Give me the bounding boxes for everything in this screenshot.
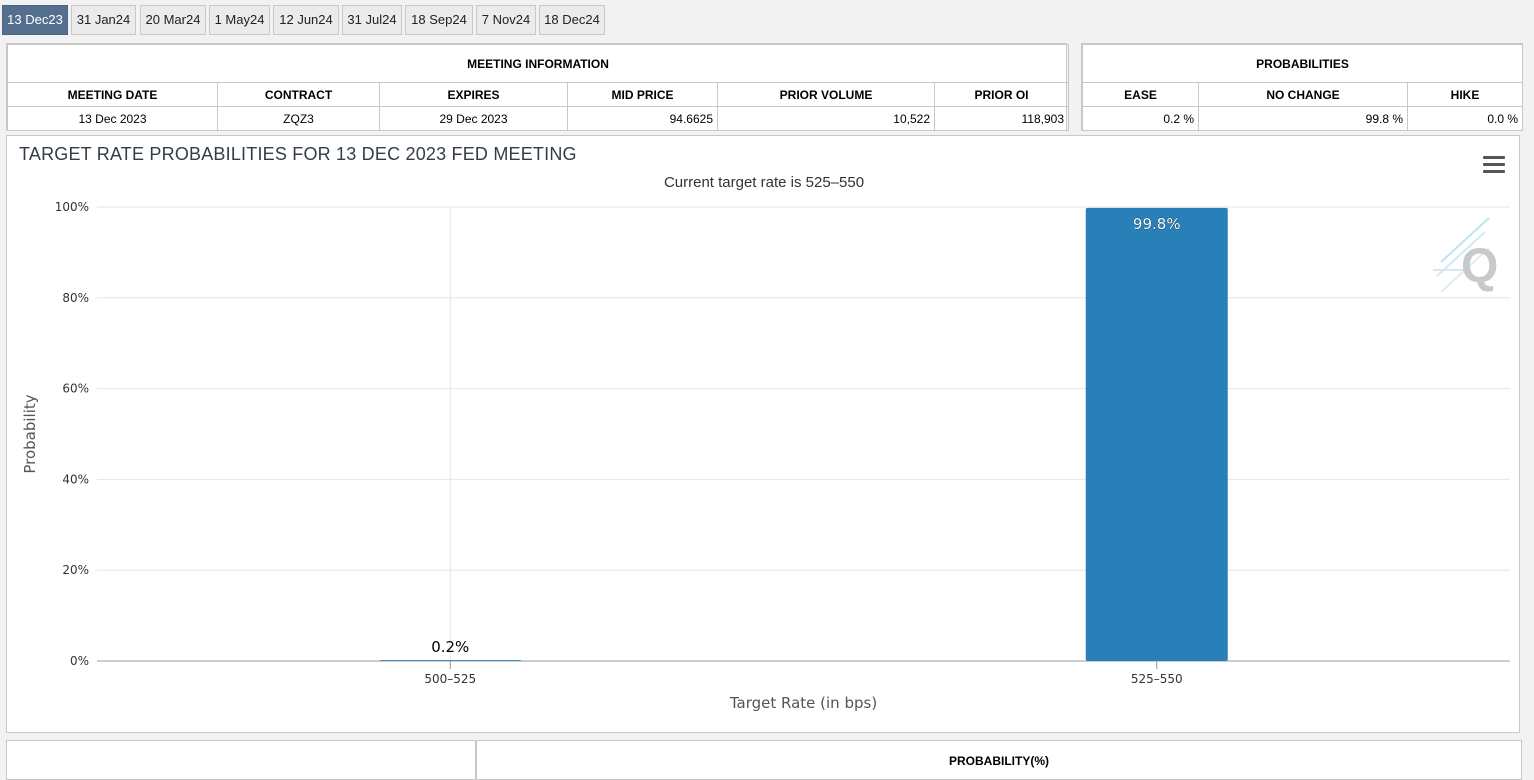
tab-12-jun24[interactable]: 12 Jun24 — [273, 5, 339, 35]
quikstrike-logo-icon: Q — [1433, 217, 1498, 293]
cell-prior-oi: 118,903 — [934, 106, 1069, 131]
header-mid-price: MID PRICE — [567, 82, 718, 107]
bottom-left-panel — [6, 740, 476, 780]
probabilities-title: PROBABILITIES — [1081, 44, 1524, 83]
table-row: 0.2 % 99.8 % 0.0 % — [1082, 106, 1524, 131]
table-row: 13 Dec 2023 ZQZ3 29 Dec 2023 94.6625 10,… — [7, 106, 1069, 131]
probability-bar[interactable] — [379, 660, 522, 661]
y-tick-label: 20% — [62, 563, 89, 577]
y-axis-title: Probability — [21, 394, 39, 473]
tab-18-sep24[interactable]: 18 Sep24 — [405, 5, 473, 35]
tab-31-jan24[interactable]: 31 Jan24 — [71, 5, 136, 35]
cell-hike: 0.0 % — [1406, 106, 1524, 131]
y-tick-label: 60% — [62, 382, 89, 396]
cell-no-change: 99.8 % — [1198, 106, 1408, 131]
meeting-information-panel: MEETING INFORMATION MEETING DATE CONTRAC… — [6, 43, 1069, 131]
tab-31-jul24[interactable]: 31 Jul24 — [342, 5, 402, 35]
probability-table-header: PROBABILITY(%) — [476, 740, 1522, 780]
header-prior-oi: PRIOR OI — [934, 82, 1069, 107]
header-prior-volume: PRIOR VOLUME — [717, 82, 935, 107]
y-tick-label: 0% — [70, 654, 89, 668]
tab-18-dec24[interactable]: 18 Dec24 — [539, 5, 605, 35]
cell-ease: 0.2 % — [1082, 106, 1199, 131]
tab-13-dec23[interactable]: 13 Dec23 — [2, 5, 68, 35]
x-tick-label: 500–525 — [424, 672, 476, 686]
y-tick-label: 40% — [62, 472, 89, 486]
cell-meeting-date: 13 Dec 2023 — [7, 106, 218, 131]
bar-data-label: 99.8% — [1133, 215, 1181, 233]
cell-prior-volume: 10,522 — [717, 106, 935, 131]
cell-contract: ZQZ3 — [217, 106, 380, 131]
meeting-information-table: MEETING INFORMATION MEETING DATE CONTRAC… — [7, 44, 1069, 131]
header-ease: EASE — [1082, 82, 1199, 107]
bar-data-label: 0.2% — [431, 638, 469, 656]
meeting-information-title: MEETING INFORMATION — [7, 44, 1069, 83]
header-contract: CONTRACT — [217, 82, 380, 107]
tab-20-mar24[interactable]: 20 Mar24 — [140, 5, 206, 35]
probabilities-panel: PROBABILITIES EASE NO CHANGE HIKE 0.2 % … — [1081, 43, 1524, 131]
cell-mid-price: 94.6625 — [567, 106, 718, 131]
header-hike: HIKE — [1406, 82, 1524, 107]
tab-1-may24[interactable]: 1 May24 — [209, 5, 270, 35]
header-expires: EXPIRES — [379, 82, 568, 107]
cell-expires: 29 Dec 2023 — [379, 106, 568, 131]
target-rate-chart-panel: TARGET RATE PROBABILITIES FOR 13 DEC 202… — [6, 135, 1520, 733]
x-axis-title: Target Rate (in bps) — [729, 694, 877, 712]
header-no-change: NO CHANGE — [1198, 82, 1408, 107]
probability-bar[interactable] — [1085, 207, 1228, 661]
svg-text:Q: Q — [1461, 240, 1498, 293]
probabilities-table: PROBABILITIES EASE NO CHANGE HIKE 0.2 % … — [1081, 44, 1524, 131]
tab-7-nov24[interactable]: 7 Nov24 — [476, 5, 536, 35]
header-meeting-date: MEETING DATE — [7, 82, 218, 107]
y-tick-label: 80% — [62, 291, 89, 305]
y-tick-label: 100% — [55, 200, 89, 214]
meeting-tab-bar: 13 Dec23 31 Jan24 20 Mar24 1 May24 12 Ju… — [0, 0, 1534, 36]
probability-bar-chart: 0% 20% 40% 60% 80% 100% 500–525 0.2% 525–550 99.8… — [21, 200, 1510, 712]
x-tick-label: 525–550 — [1131, 672, 1183, 686]
